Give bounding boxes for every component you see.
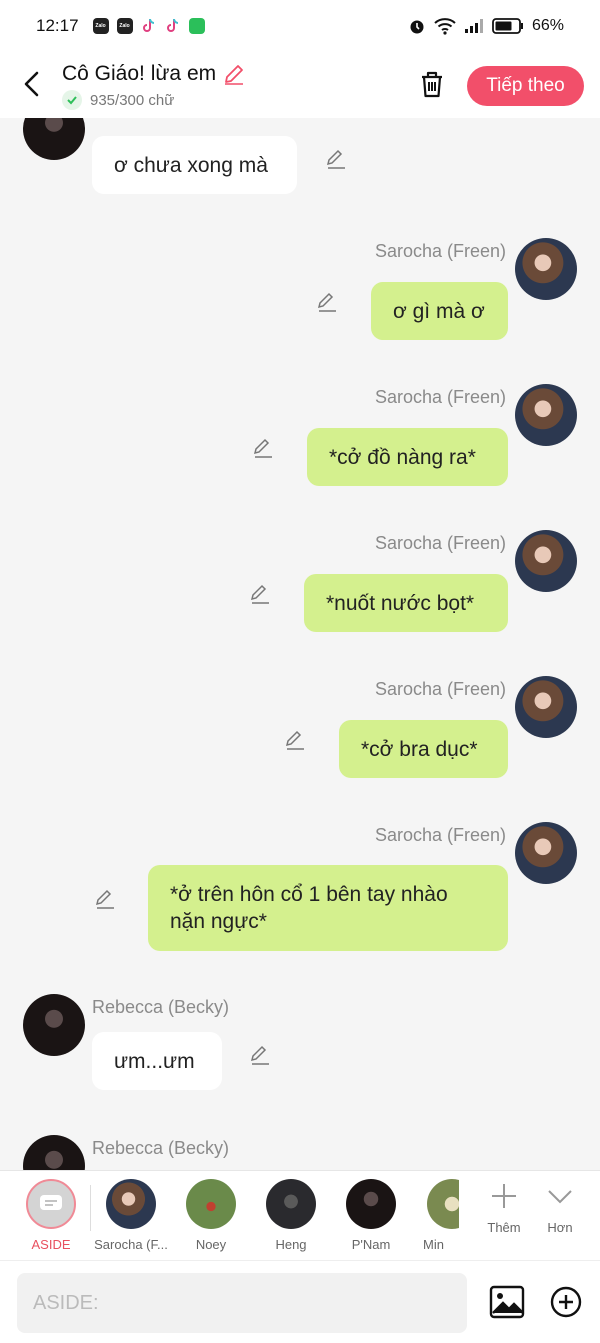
add-label: Thêm [487, 1220, 521, 1235]
image-icon[interactable] [489, 1285, 525, 1319]
message-bubble-left[interactable]: ưm...ưm [92, 1032, 222, 1090]
aside-icon [26, 1179, 76, 1229]
character-label: Noey [195, 1237, 227, 1252]
back-arrow-icon[interactable] [20, 70, 44, 98]
character-noey[interactable]: Noey [171, 1179, 251, 1252]
status-bar: 12:17 Zalo Zalo 66% [0, 0, 600, 52]
sender-name: Sarocha (Freen) [374, 533, 506, 553]
battery-icon [492, 18, 523, 34]
message-bubble-right[interactable]: *cở bra dục* [339, 720, 508, 778]
chevron-down-icon [548, 1190, 572, 1204]
message-input[interactable] [17, 1273, 467, 1333]
sender-name: Rebecca (Becky) [92, 997, 230, 1017]
sender-name: Sarocha (Freen) [374, 241, 506, 261]
message-bubble-right[interactable]: *ở trên hôn cổ 1 bên tay nhào nặn ngực* [148, 865, 508, 951]
edit-message-icon[interactable] [249, 582, 271, 604]
edit-message-icon[interactable] [316, 290, 338, 312]
edit-message-icon[interactable] [284, 728, 306, 750]
character-pnam[interactable]: P'Nam [331, 1179, 411, 1252]
story-title-text: Cô Giáo! lừa em [62, 62, 217, 85]
word-count-row: 935/300 chữ [62, 90, 246, 110]
character-avatar [346, 1179, 396, 1229]
avatar-freen[interactable] [515, 384, 577, 446]
title-block: Cô Giáo! lừa em 935/300 chữ [62, 62, 246, 110]
more-label: Hơn [547, 1220, 573, 1235]
word-count: 935/300 chữ [90, 91, 175, 109]
input-bar [0, 1260, 600, 1343]
wifi-icon [434, 18, 456, 35]
character-avatar [186, 1179, 236, 1229]
message-bubble-right[interactable]: ơ gì mà ơ [371, 282, 508, 340]
message-bubble-right[interactable]: *cở đồ nàng ra* [307, 428, 508, 486]
character-avatar [266, 1179, 316, 1229]
chat-header: Cô Giáo! lừa em 935/300 chữ Tiếp theo [0, 52, 600, 118]
aside-toggle[interactable]: ASIDE [11, 1179, 91, 1252]
edit-message-icon[interactable] [325, 147, 347, 169]
sender-name: Sarocha (Freen) [374, 825, 506, 845]
alarm-icon [410, 20, 424, 34]
edit-message-icon[interactable] [94, 887, 116, 909]
status-time: 12:17 [36, 16, 79, 35]
edit-message-icon[interactable] [252, 436, 274, 458]
tiktok-icon [140, 18, 157, 34]
zalo-icon: Zalo [92, 18, 109, 34]
character-label: Sarocha (F... [94, 1237, 168, 1252]
add-character-button[interactable]: Thêm [479, 1181, 529, 1235]
aside-label: ASIDE [31, 1237, 71, 1252]
next-button[interactable]: Tiếp theo [467, 66, 584, 106]
character-bar: ASIDE Sarocha (F... Noey Heng P'Nam Min … [0, 1170, 600, 1260]
character-label: Heng [275, 1237, 307, 1252]
messages-icon [188, 18, 205, 34]
sender-name: Sarocha (Freen) [374, 387, 506, 407]
character-avatar [106, 1179, 156, 1229]
sender-name: Rebecca (Becky) [92, 1138, 230, 1158]
message-bubble-left[interactable]: ơ chưa xong mà [92, 136, 297, 194]
chat-messages[interactable]: ơ chưa xong mà Sarocha (Freen) ơ gì mà ơ… [0, 118, 600, 1170]
character-heng[interactable]: Heng [251, 1179, 331, 1252]
character-label: Min [423, 1237, 444, 1252]
pencil-icon[interactable] [222, 62, 246, 86]
battery-percent: 66% [531, 17, 564, 34]
avatar-freen[interactable] [515, 676, 577, 738]
avatar-becky[interactable] [23, 118, 85, 160]
avatar-freen[interactable] [515, 530, 577, 592]
character-avatar [427, 1179, 459, 1229]
story-title[interactable]: Cô Giáo! lừa em [62, 62, 246, 86]
add-circle-icon[interactable] [549, 1285, 583, 1319]
edit-message-icon[interactable] [249, 1043, 271, 1065]
message-bubble-right[interactable]: *nuốt nước bọt* [304, 574, 508, 632]
plus-icon [492, 1184, 516, 1208]
avatar-freen[interactable] [515, 238, 577, 300]
avatar-becky[interactable] [23, 994, 85, 1056]
more-button[interactable]: Hơn [535, 1181, 585, 1235]
tiktok-icon [164, 18, 181, 34]
check-icon [62, 90, 82, 110]
character-label: P'Nam [351, 1237, 391, 1252]
avatar-freen[interactable] [515, 822, 577, 884]
sender-name: Sarocha (Freen) [374, 679, 506, 699]
zalo-icon: Zalo [116, 18, 133, 34]
character-freen[interactable]: Sarocha (F... [91, 1179, 171, 1252]
avatar-becky[interactable] [23, 1135, 85, 1170]
signal-icon [464, 19, 483, 33]
trash-icon[interactable] [416, 68, 448, 100]
character-min[interactable]: Min [411, 1179, 459, 1252]
